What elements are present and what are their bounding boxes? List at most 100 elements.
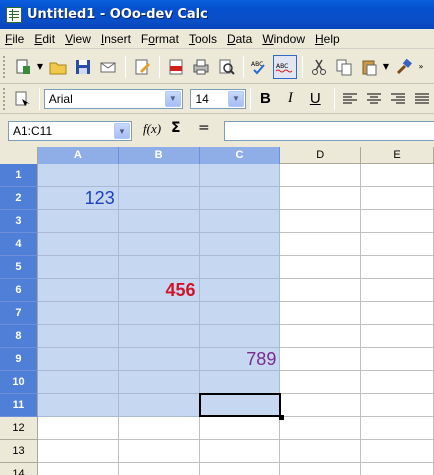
font-name-select[interactable]: Arial ▼: [43, 88, 183, 109]
column-header-e[interactable]: E: [361, 147, 434, 164]
cell-e8[interactable]: [361, 325, 434, 348]
cell-b6[interactable]: 456: [118, 279, 200, 302]
cell-a10[interactable]: [37, 371, 119, 394]
cell-a3[interactable]: [37, 210, 119, 233]
column-header-d[interactable]: D: [280, 147, 362, 164]
select-all-corner[interactable]: [0, 147, 38, 164]
cell-a6[interactable]: [37, 279, 119, 302]
function-button[interactable]: =: [198, 120, 210, 136]
autospellcheck-icon[interactable]: ABC: [273, 54, 297, 79]
row-header[interactable]: 7: [0, 302, 38, 325]
row-header[interactable]: 1: [0, 164, 38, 187]
cell-c2[interactable]: [199, 187, 281, 210]
chevron-down-icon[interactable]: ▼: [114, 123, 130, 139]
bold-button[interactable]: B: [255, 88, 276, 110]
cell-c13[interactable]: [199, 440, 281, 463]
row-header[interactable]: 9: [0, 348, 38, 371]
cell-a7[interactable]: [37, 302, 119, 325]
cell-b14[interactable]: [119, 463, 200, 475]
chevron-down-icon[interactable]: ▼: [164, 90, 181, 107]
copy-icon[interactable]: [332, 55, 356, 79]
row-header[interactable]: 5: [0, 256, 38, 279]
cell-e6[interactable]: [361, 279, 434, 302]
row-header[interactable]: 11: [0, 394, 38, 417]
new-dropdown-icon[interactable]: ▼: [36, 62, 44, 71]
cell-e13[interactable]: [361, 440, 434, 463]
cell-c4[interactable]: [199, 233, 281, 256]
cell-d11[interactable]: [280, 394, 362, 417]
cell-b7[interactable]: [118, 302, 200, 325]
italic-button[interactable]: I: [280, 88, 301, 110]
row-header[interactable]: 2: [0, 187, 38, 210]
font-size-select[interactable]: 14 ▼: [190, 88, 246, 109]
toolbar-grip[interactable]: [3, 87, 7, 110]
cell-d13[interactable]: [280, 440, 362, 463]
row-header[interactable]: 4: [0, 233, 38, 256]
column-header-c[interactable]: C: [199, 147, 281, 164]
cell-d1[interactable]: [280, 164, 362, 187]
row-header[interactable]: 10: [0, 371, 38, 394]
menu-data[interactable]: Data: [222, 29, 257, 49]
page-preview-icon[interactable]: [214, 55, 238, 79]
cell-c6[interactable]: [199, 279, 281, 302]
menu-tools[interactable]: Tools: [184, 29, 222, 49]
cell-c1[interactable]: [199, 164, 281, 187]
cell-a12[interactable]: [37, 417, 119, 440]
cell-a9[interactable]: [37, 348, 119, 371]
cell-c8[interactable]: [199, 325, 281, 348]
cell-c9[interactable]: 789: [199, 348, 281, 371]
cell-b8[interactable]: [118, 325, 200, 348]
cell-b1[interactable]: [118, 164, 200, 187]
column-header-b[interactable]: B: [118, 147, 200, 164]
row-header[interactable]: 12: [0, 417, 38, 440]
cell-c10[interactable]: [199, 371, 281, 394]
menu-insert[interactable]: Insert: [96, 29, 136, 49]
cell-e9[interactable]: [361, 348, 434, 371]
align-center-icon[interactable]: [363, 87, 386, 111]
cell-a2[interactable]: 123: [37, 187, 119, 210]
cell-c12[interactable]: [199, 417, 281, 440]
cell-e14[interactable]: [361, 463, 434, 475]
menu-format[interactable]: Format: [136, 29, 184, 49]
cell-d6[interactable]: [280, 279, 362, 302]
cell-e11[interactable]: [361, 394, 434, 417]
styles-formatting-icon[interactable]: [11, 87, 34, 111]
cell-b13[interactable]: [118, 440, 200, 463]
cell-d10[interactable]: [280, 371, 362, 394]
row-header[interactable]: 13: [0, 440, 38, 463]
formula-input[interactable]: [224, 121, 434, 141]
cell-d12[interactable]: [280, 417, 362, 440]
cell-c3[interactable]: [199, 210, 281, 233]
menu-help[interactable]: Help: [310, 29, 345, 49]
cell-b3[interactable]: [118, 210, 200, 233]
cell-e1[interactable]: [361, 164, 434, 187]
cell-c14[interactable]: [200, 463, 281, 475]
menu-window[interactable]: Window: [257, 29, 310, 49]
menu-edit[interactable]: Edit: [29, 29, 60, 49]
cell-e12[interactable]: [361, 417, 434, 440]
cell-d5[interactable]: [280, 256, 362, 279]
open-folder-icon[interactable]: [46, 55, 70, 79]
new-document-icon[interactable]: [11, 55, 35, 79]
align-right-icon[interactable]: [386, 87, 409, 111]
row-header[interactable]: 8: [0, 325, 38, 348]
cell-b12[interactable]: [118, 417, 200, 440]
cell-e10[interactable]: [361, 371, 434, 394]
function-wizard-button[interactable]: f(x): [143, 121, 161, 137]
cell-a14[interactable]: [38, 463, 119, 475]
cell-e2[interactable]: [361, 187, 434, 210]
cell-c5[interactable]: [199, 256, 281, 279]
cell-d8[interactable]: [280, 325, 362, 348]
cell-e4[interactable]: [361, 233, 434, 256]
clone-formatting-icon[interactable]: [392, 55, 416, 79]
toolbar-overflow-icon[interactable]: »: [417, 62, 425, 71]
cell-b2[interactable]: [118, 187, 200, 210]
underline-button[interactable]: U: [305, 88, 326, 110]
cell-d7[interactable]: [280, 302, 362, 325]
cell-d2[interactable]: [280, 187, 362, 210]
menu-view[interactable]: View: [60, 29, 96, 49]
cell-b10[interactable]: [118, 371, 200, 394]
row-header[interactable]: 6: [0, 279, 38, 302]
cell-a8[interactable]: [37, 325, 119, 348]
cell-b4[interactable]: [118, 233, 200, 256]
